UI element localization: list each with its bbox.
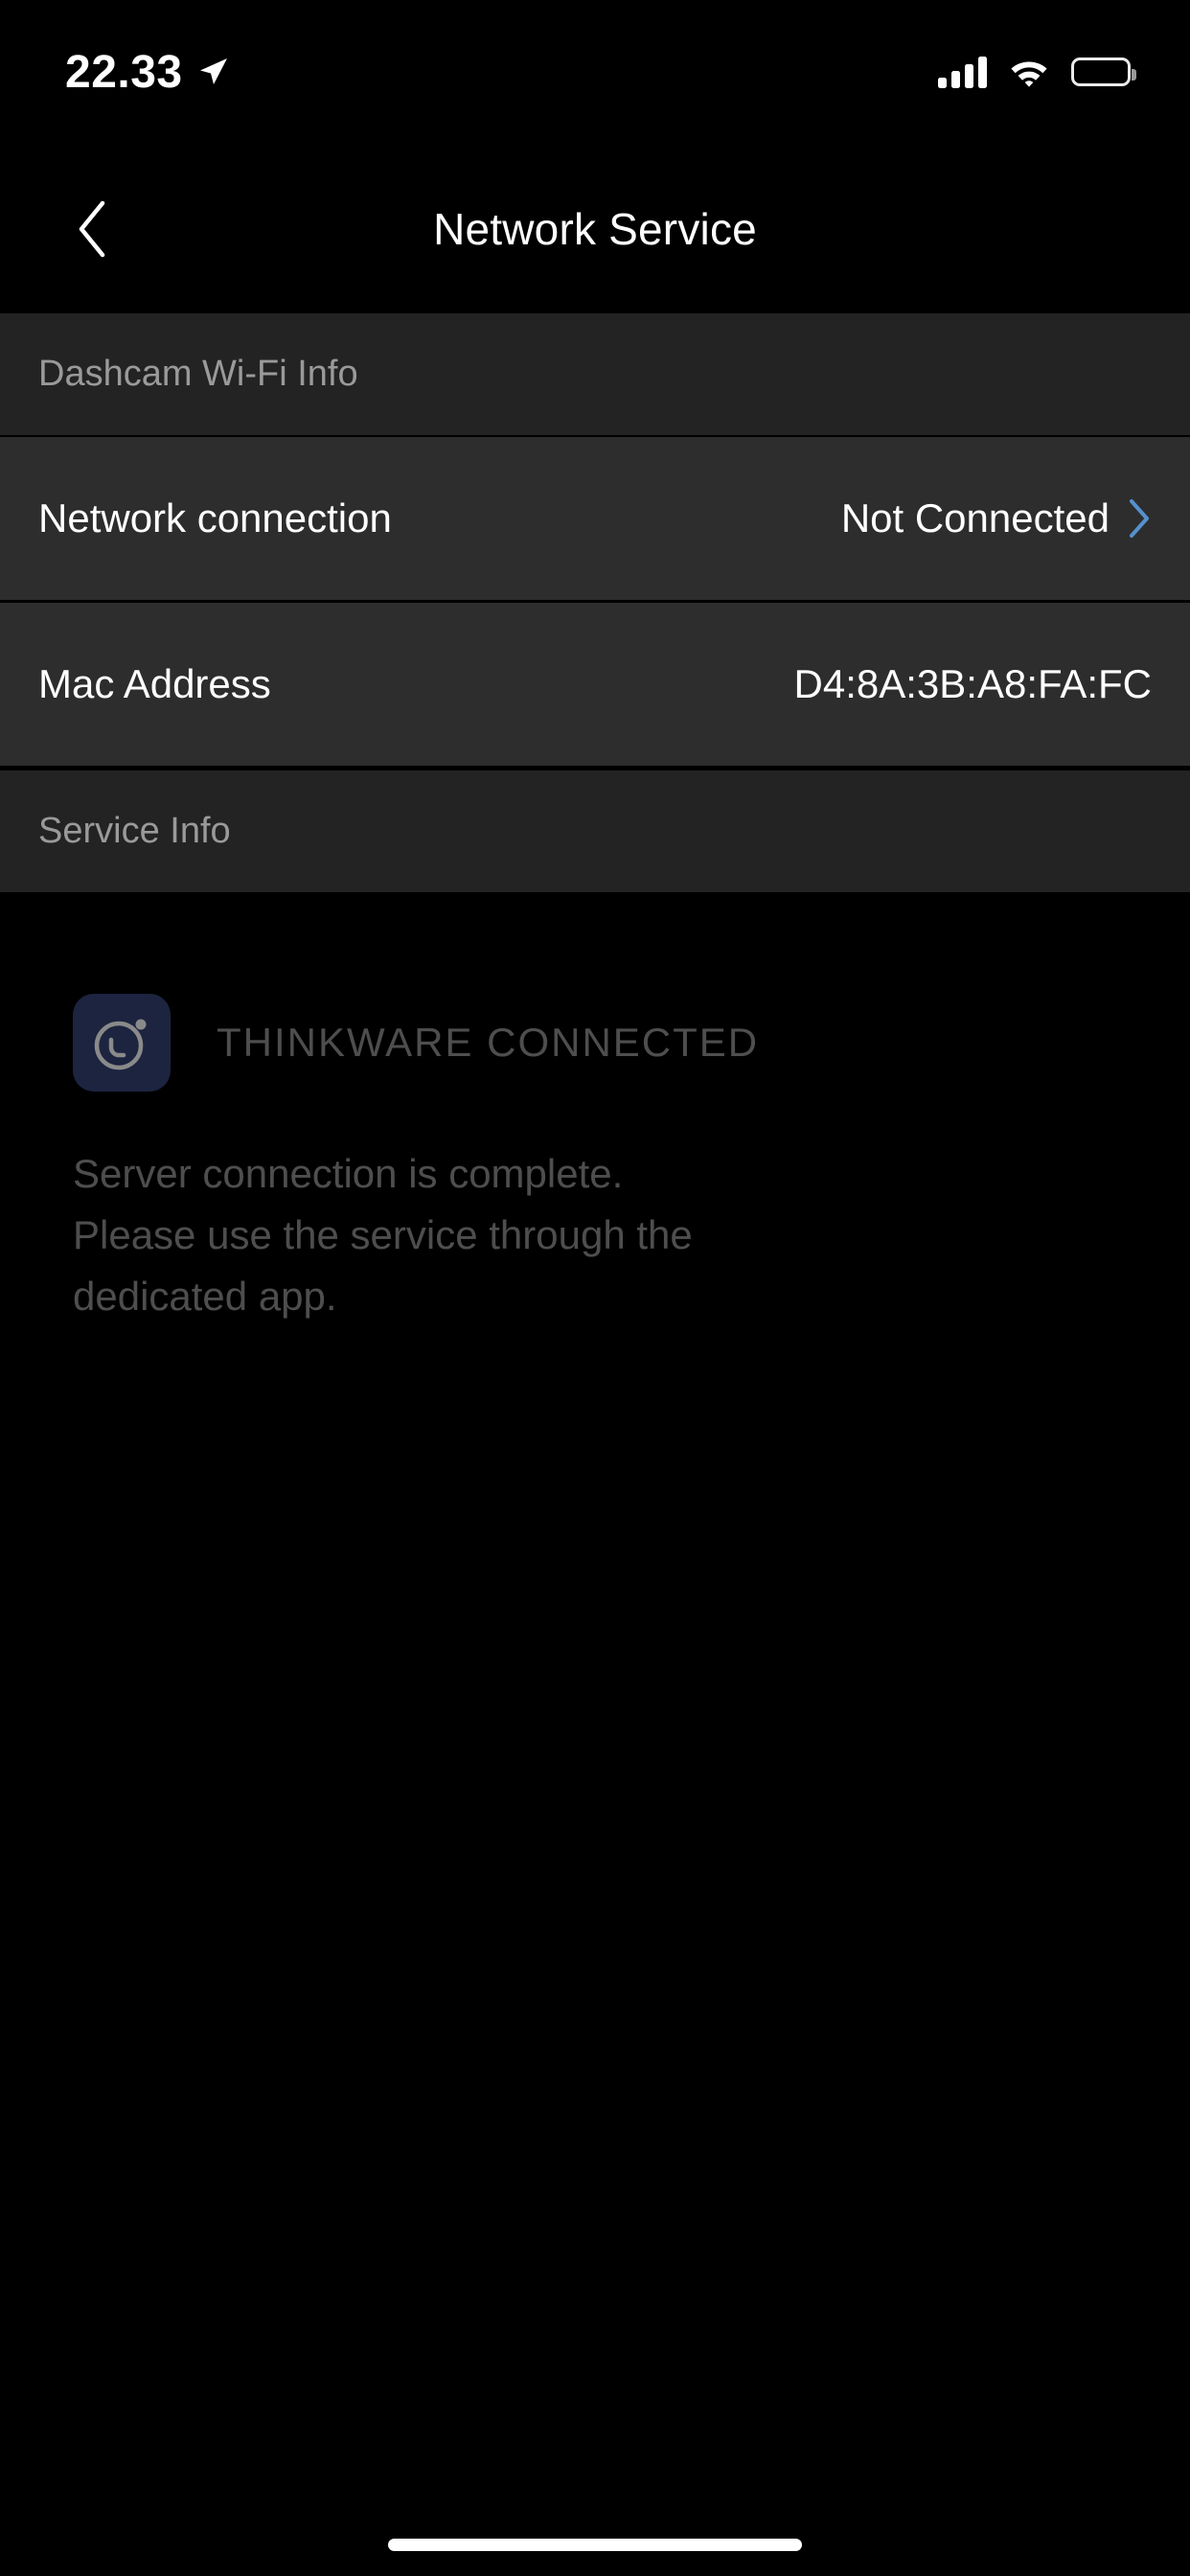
- app-screen: 22.33 Network Service Dashcam Wi-Fi Info…: [0, 0, 1190, 2576]
- page-title: Network Service: [433, 203, 757, 254]
- row-label: Mac Address: [38, 661, 271, 706]
- brand-name: THINKWARE CONNECTED: [217, 1020, 760, 1065]
- status-bar-left: 22.33: [65, 46, 229, 99]
- location-arrow-icon: [196, 56, 229, 88]
- section-header-dashcam-wifi-info: Dashcam Wi-Fi Info: [0, 313, 1190, 437]
- service-description: Server connection is complete. Please us…: [73, 1151, 693, 1319]
- chevron-left-icon: [71, 199, 115, 259]
- chevron-right-icon: [1127, 498, 1152, 539]
- thinkware-dashcam-lens-icon: [73, 994, 171, 1092]
- row-network-connection[interactable]: Network connection Not Connected: [0, 437, 1190, 603]
- nav-header: Network Service: [0, 144, 1190, 313]
- status-bar: 22.33: [0, 0, 1190, 144]
- status-bar-right: [938, 56, 1136, 88]
- status-time: 22.33: [65, 46, 183, 98]
- home-indicator-bar[interactable]: [388, 2539, 802, 2551]
- service-info-body: THINKWARE CONNECTED Server connection is…: [0, 949, 1190, 1327]
- row-mac-address: Mac Address D4:8A:3B:A8:FA:FC: [0, 603, 1190, 769]
- row-label: Network connection: [38, 495, 392, 540]
- service-brand-row: THINKWARE CONNECTED: [73, 949, 1117, 1092]
- section-header-label: Service Info: [38, 811, 231, 851]
- row-value: D4:8A:3B:A8:FA:FC: [793, 661, 1153, 706]
- section-header-service-info: Service Info: [0, 769, 1190, 892]
- wifi-icon: [1008, 56, 1050, 88]
- back-button[interactable]: [50, 186, 136, 272]
- settings-list: Dashcam Wi-Fi Info Network connection No…: [0, 313, 1190, 892]
- cellular-signal-icon: [938, 56, 987, 88]
- section-header-label: Dashcam Wi-Fi Info: [38, 354, 358, 394]
- battery-full-icon: [1071, 58, 1136, 86]
- row-value-group: D4:8A:3B:A8:FA:FC: [794, 661, 1153, 707]
- row-value: Not Connected: [840, 495, 1110, 540]
- row-value-group: Not Connected: [841, 495, 1152, 541]
